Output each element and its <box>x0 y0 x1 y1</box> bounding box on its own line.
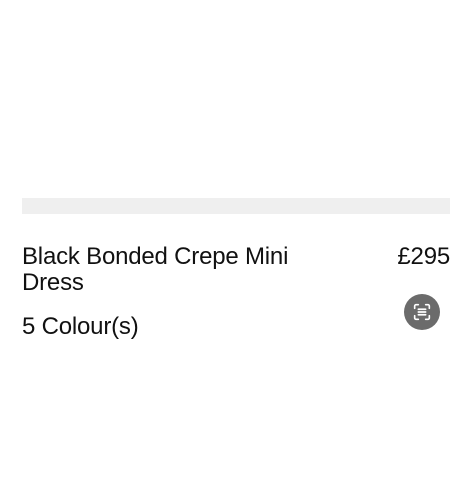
product-image-placeholder-bar <box>22 198 450 214</box>
colour-count: 5 Colour(s) <box>22 313 139 340</box>
product-price: £295 <box>397 243 450 270</box>
product-image[interactable] <box>0 0 452 198</box>
scan-search-icon <box>411 301 433 323</box>
product-title[interactable]: Black Bonded Crepe Mini Dress <box>22 244 322 296</box>
product-info: Black Bonded Crepe Mini Dress 5 Colour(s… <box>22 244 322 340</box>
visual-search-button[interactable] <box>404 294 440 330</box>
